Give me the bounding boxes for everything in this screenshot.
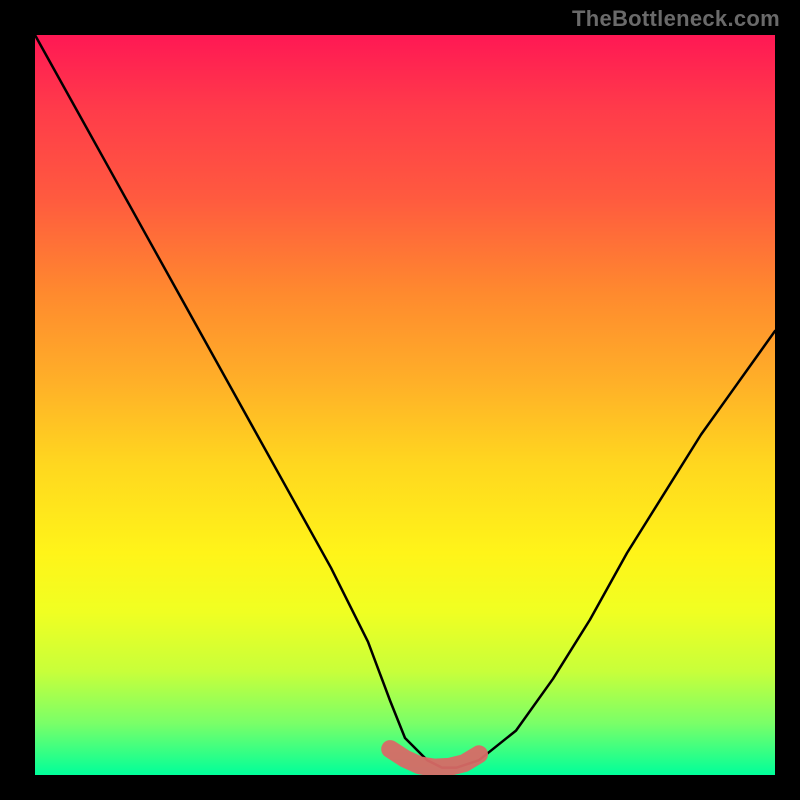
bottleneck-curve-line [35, 35, 775, 768]
watermark-text: TheBottleneck.com [572, 6, 780, 32]
optimal-zone-marker-line [390, 749, 479, 768]
chart-plot-area [35, 35, 775, 775]
chart-frame: TheBottleneck.com [0, 0, 800, 800]
chart-overlay [35, 35, 775, 775]
